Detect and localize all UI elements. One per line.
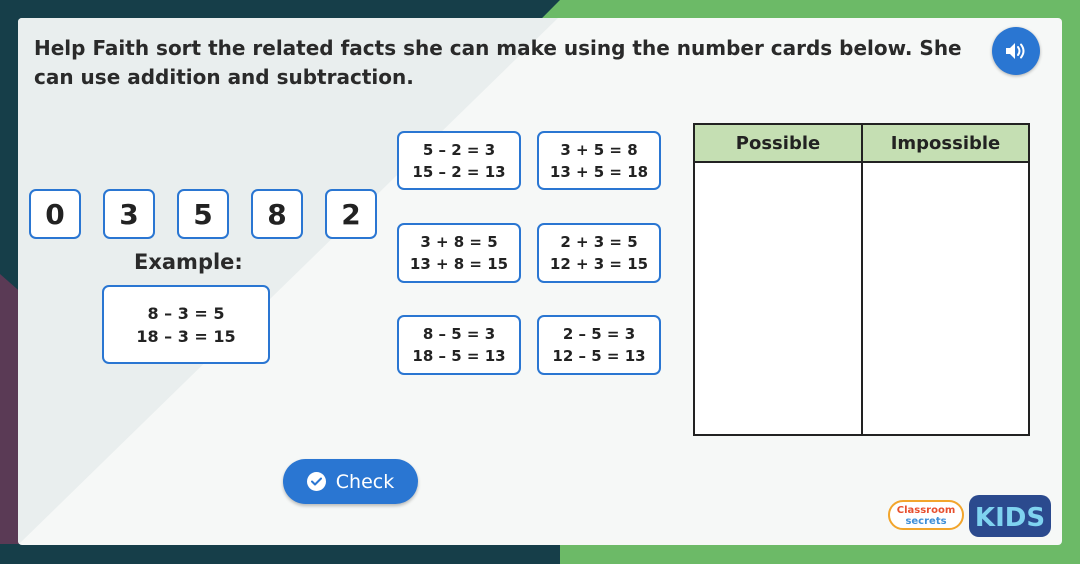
fact-line: 12 + 3 = 15: [549, 255, 649, 273]
instructions-text: Help Faith sort the related facts she ca…: [34, 36, 962, 89]
classroom-secrets-kids-logo: Classroom secrets KIDS: [887, 493, 1055, 539]
fact-card[interactable]: 2 – 5 = 3 12 – 5 = 13: [537, 315, 661, 375]
fact-card[interactable]: 2 + 3 = 5 12 + 3 = 15: [537, 223, 661, 283]
example-card: 8 – 3 = 5 18 – 3 = 15: [102, 285, 270, 364]
check-button-label: Check: [335, 470, 395, 493]
fact-card[interactable]: 3 + 8 = 5 13 + 8 = 15: [397, 223, 521, 283]
fact-line: 2 – 5 = 3: [562, 325, 636, 343]
example-line: 8 – 3 = 5: [147, 303, 225, 323]
sorting-table: Possible Impossible: [693, 123, 1030, 436]
fact-card[interactable]: 5 – 2 = 3 15 – 2 = 13: [397, 131, 521, 190]
speaker-icon: [1006, 43, 1025, 59]
check-button[interactable]: Check: [283, 459, 418, 504]
fact-line: 18 – 5 = 13: [412, 347, 506, 365]
fact-line: 12 – 5 = 13: [552, 347, 646, 365]
logo-kids-text: KIDS: [975, 503, 1045, 533]
number-card: 3: [103, 189, 155, 239]
fact-card[interactable]: 3 + 5 = 8 13 + 5 = 18: [537, 131, 661, 190]
logo-text-bottom: secrets: [905, 516, 946, 527]
possible-column-header: Possible: [695, 125, 861, 163]
fact-line: 2 + 3 = 5: [560, 233, 638, 251]
fact-line: 15 – 2 = 13: [412, 162, 506, 181]
fact-line: 8 – 5 = 3: [422, 325, 496, 343]
audio-button[interactable]: [992, 27, 1040, 75]
fact-line: 13 + 8 = 15: [409, 255, 509, 273]
number-card: 2: [325, 189, 377, 239]
number-card: 8: [251, 189, 303, 239]
fact-card[interactable]: 8 – 5 = 3 18 – 5 = 13: [397, 315, 521, 375]
possible-drop-zone[interactable]: [695, 163, 861, 434]
activity-panel: Help Faith sort the related facts she ca…: [18, 18, 1062, 545]
fact-line: 3 + 5 = 8: [560, 140, 638, 159]
fact-line: 5 – 2 = 3: [422, 140, 496, 159]
fact-line: 3 + 8 = 5: [420, 233, 498, 251]
impossible-column-header: Impossible: [863, 125, 1028, 163]
impossible-drop-zone[interactable]: [863, 163, 1028, 434]
logo-text-top: Classroom: [897, 505, 956, 516]
background-teal-strip: [0, 544, 560, 564]
number-card: 5: [177, 189, 229, 239]
fact-line: 13 + 5 = 18: [549, 162, 649, 181]
checkmark-icon: [306, 472, 326, 491]
number-card: 0: [29, 189, 81, 239]
example-line: 18 – 3 = 15: [136, 326, 236, 346]
example-label: Example:: [134, 250, 243, 274]
